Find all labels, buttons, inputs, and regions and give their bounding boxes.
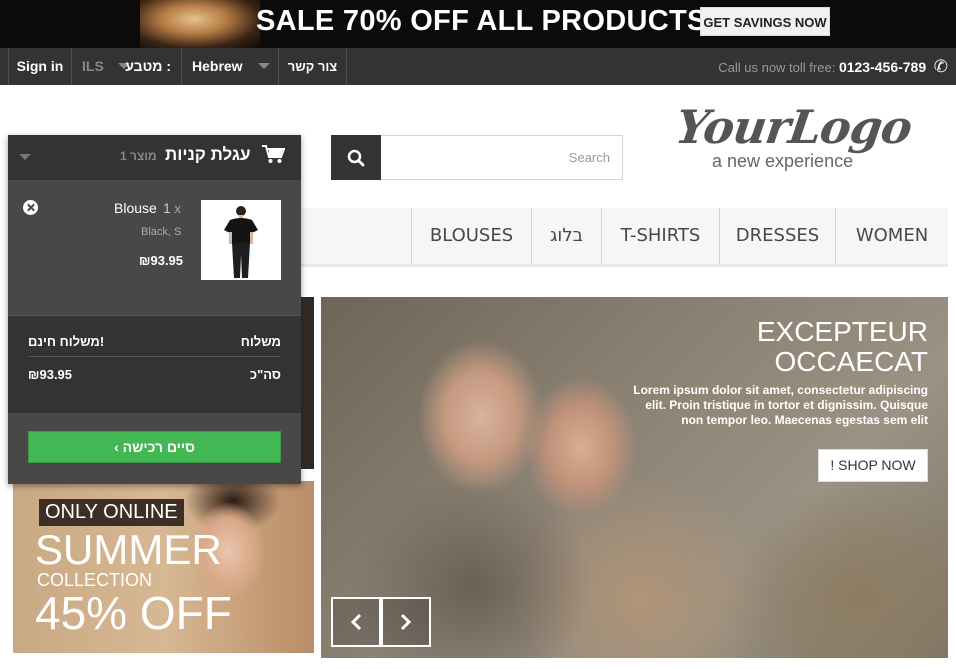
chevron-left-icon [350,613,362,631]
cart-item-attributes: Black, S [141,226,182,238]
contact-us-link[interactable]: צור קשר [279,48,347,85]
divider [28,356,281,357]
search-button[interactable] [331,135,381,180]
cart-item-qty: 1 x [163,200,181,216]
chevron-down-icon [19,154,31,160]
currency-label: מטבע : [125,58,171,74]
menu-item-dresses[interactable]: DRESSES [719,208,835,264]
blouse-product-image [224,206,258,278]
banner-sale-text: SALE 70% OFF ALL PRODUCTS [256,5,707,37]
cart-item-price: ₪93.95 [139,253,184,268]
hero-slider[interactable]: EXCEPTEUR OCCAECAT Lorem ipsum dolor sit… [321,297,948,658]
phone-icon: ✆ [933,57,948,76]
total-value: ₪93.95 [28,367,73,382]
top-nav-bar: Sign in ILS מטבע : Hebrew צור קשר Call u… [0,48,956,85]
phone-number: 0123-456-789 [838,59,927,75]
cart-footer: ‹ סיים רכישה [8,413,301,484]
banner-model-image [140,0,260,48]
checkout-button[interactable]: ‹ סיים רכישה [28,431,281,463]
site-logo[interactable]: YourLogo a new experience [672,100,916,176]
checkout-label: סיים רכישה [122,439,195,455]
shipping-value: משלוח חינם! [28,334,105,349]
chevron-down-icon [258,63,270,69]
phone-info: Call us now toll free: 0123-456-789 ✆ [718,48,948,85]
menu-item-tshirts[interactable]: T-SHIRTS [601,208,719,264]
promo-discount: 45% OFF [35,587,232,639]
promo-headline: SUMMER [35,526,222,573]
language-value: Hebrew [192,58,243,74]
cart-item-image[interactable] [201,200,281,280]
shopping-cart-dropdown: 1 מוצר עגלת קניות 1 x Blouse Black, S ₪9… [8,135,301,484]
phone-prefix: Call us now toll free: [718,60,836,75]
hero-text: Lorem ipsum dolor sit amet, consectetur … [633,383,928,427]
chevron-right-icon [400,613,412,631]
cart-title: עגלת קניות [165,145,251,164]
search-input[interactable] [381,135,623,180]
remove-item-icon[interactable] [23,200,38,215]
only-online-badge: ONLY ONLINE [39,499,184,526]
menu-item-blouses[interactable]: BLOUSES [411,208,531,264]
language-selector[interactable]: Hebrew [182,48,279,85]
slider-prev-button[interactable] [331,597,381,647]
cart-item-name[interactable]: Blouse [114,200,157,216]
shop-now-button[interactable]: ! SHOP NOW [818,449,928,482]
logo-main-text: YourLogo [672,100,915,154]
shipping-label: משלוח [240,334,281,349]
cart-header[interactable]: 1 מוצר עגלת קניות [8,135,301,180]
top-banner[interactable]: SALE 70% OFF ALL PRODUCTS GET SAVINGS NO… [0,0,956,48]
search-icon [347,149,365,167]
divider [8,315,301,316]
menu-item-women[interactable]: WOMEN [835,208,948,264]
cart-item-count: 1 מוצר [120,149,157,163]
chevron-left-icon: ‹ [114,439,119,455]
menu-item-blog[interactable]: בלוג [531,208,601,264]
sign-in-link[interactable]: Sign in [8,48,72,85]
total-label: סה"כ [249,367,281,382]
currency-value: ILS [82,58,104,74]
get-savings-button[interactable]: GET SAVINGS NOW [700,7,830,36]
side-banner-summer[interactable]: ONLY ONLINE SUMMER COLLECTION 45% OFF [13,481,314,653]
currency-selector[interactable]: ILS מטבע : [72,48,182,85]
cart-icon [262,145,285,163]
main-menu: BLOUSES בלוג T-SHIRTS DRESSES WOMEN [300,208,948,267]
slider-next-button[interactable] [381,597,431,647]
hero-title: EXCEPTEUR OCCAECAT [756,316,928,377]
cart-item: 1 x Blouse Black, S ₪93.95 [8,180,301,315]
logo-tagline: a new experience [712,151,854,171]
